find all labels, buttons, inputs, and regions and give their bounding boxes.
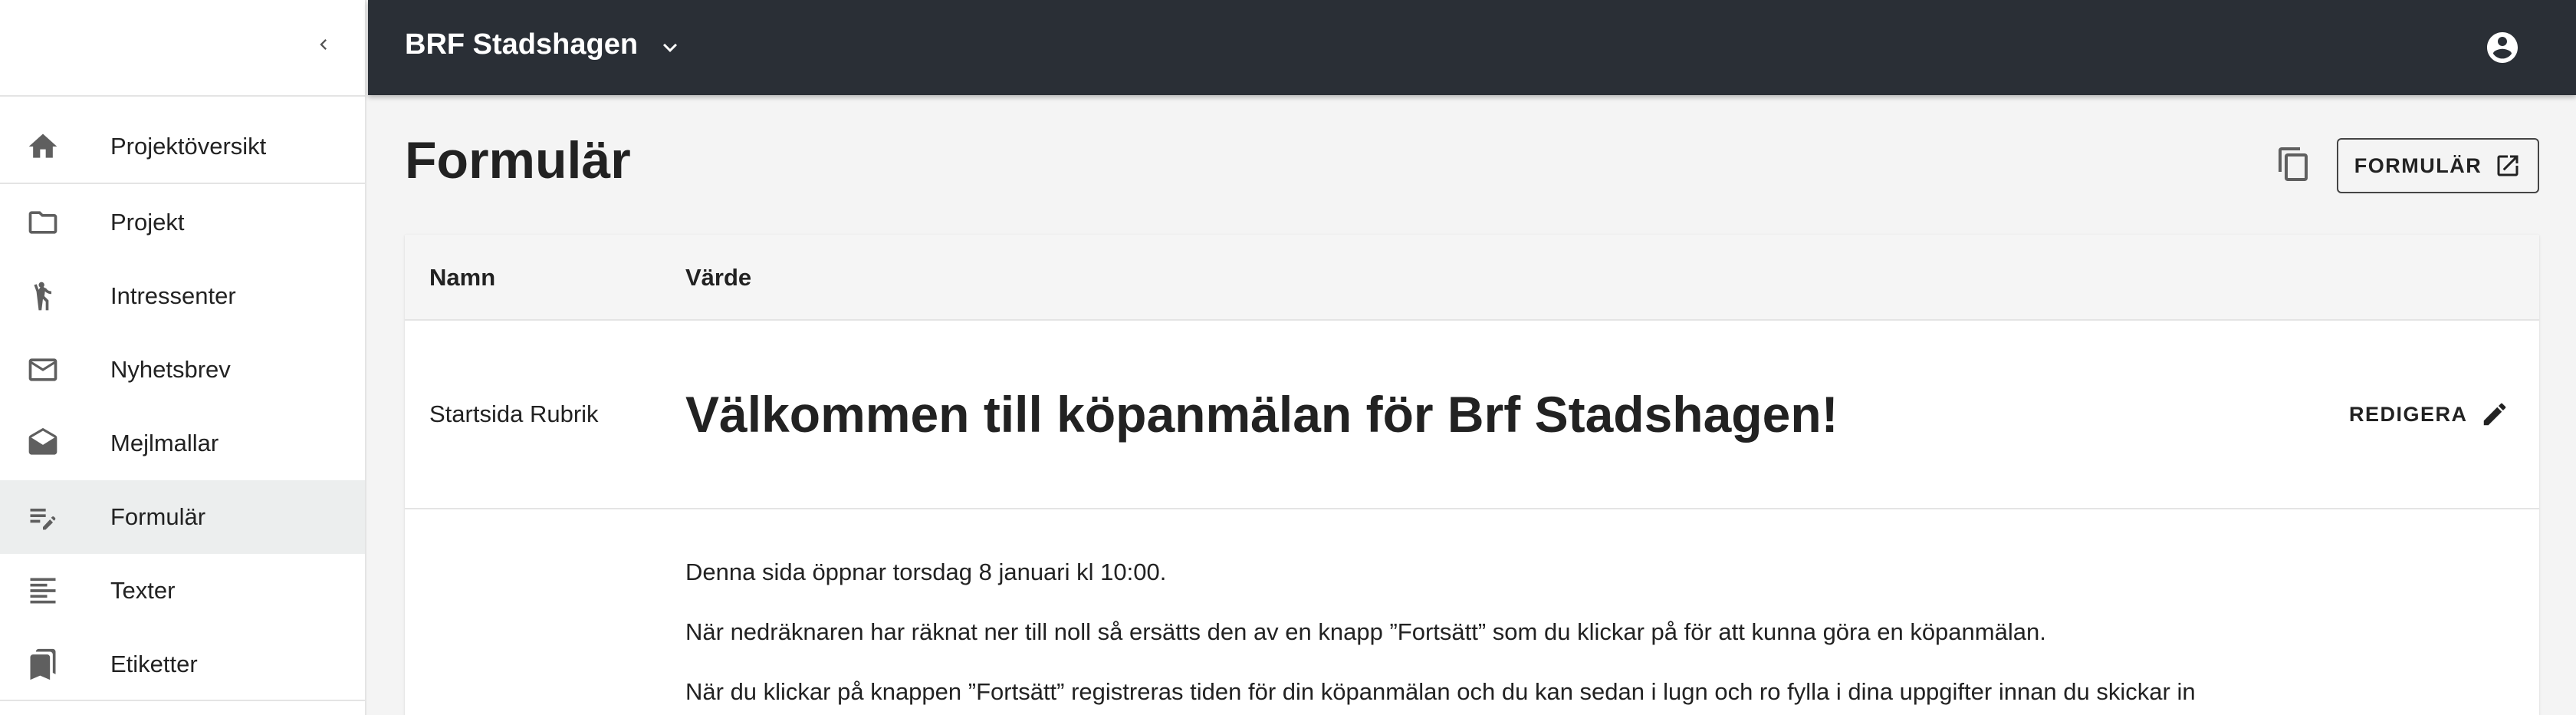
sidebar-item-nyhetsbrev[interactable]: Nyhetsbrev xyxy=(0,333,365,407)
form-fields-table: Namn Värde Startsida Rubrik Välkommen ti… xyxy=(405,235,2539,715)
text-lines-icon xyxy=(26,574,60,608)
divider xyxy=(0,700,365,701)
edit-list-icon xyxy=(26,500,60,534)
table-header: Namn Värde xyxy=(405,235,2539,321)
person-waving-icon xyxy=(26,279,60,313)
project-name[interactable]: BRF Stadshagen xyxy=(405,28,638,61)
sidebar-item-label: Etiketter xyxy=(110,651,198,677)
column-header-namn: Namn xyxy=(429,264,496,291)
sidebar: Projektöversikt Projekt Intressenter Nyh… xyxy=(0,0,366,715)
chevron-left-icon xyxy=(320,39,327,50)
chevron-down-icon xyxy=(663,43,677,52)
edit-button-label: REDIGERA xyxy=(2349,402,2468,426)
account-button[interactable] xyxy=(2482,28,2522,68)
sidebar-item-formular[interactable]: Formulär xyxy=(0,480,365,554)
mail-icon xyxy=(26,353,60,387)
column-header-varde: Värde xyxy=(685,264,752,291)
bookmarks-icon xyxy=(26,647,60,681)
project-selector-button[interactable] xyxy=(653,31,687,64)
drafts-icon xyxy=(26,427,60,460)
pencil-icon xyxy=(2483,403,2505,426)
field-value-heading: Välkommen till köpanmälan för Brf Stadsh… xyxy=(685,386,1838,443)
table-row: Startsida Rubrik Välkommen till köpanmäl… xyxy=(405,322,2539,509)
edit-button[interactable]: REDIGERA xyxy=(2349,390,2509,439)
home-icon xyxy=(26,130,60,163)
field-name: Startsida Rubrik xyxy=(429,400,599,427)
page-title: Formulär xyxy=(405,131,631,189)
open-form-button-label: FORMULÄR xyxy=(2354,153,2482,177)
field-value-paragraph: När nedräknaren har räknat ner till noll… xyxy=(685,618,2046,645)
sidebar-item-intressenter[interactable]: Intressenter xyxy=(0,259,365,333)
sidebar-item-projektoversikt[interactable]: Projektöversikt xyxy=(0,110,365,184)
folder-icon xyxy=(26,206,60,239)
field-value-paragraph: Denna sida öppnar torsdag 8 januari kl 1… xyxy=(685,558,1167,585)
sidebar-item-label: Nyhetsbrev xyxy=(110,356,231,383)
open-form-button[interactable]: FORMULÄR xyxy=(2337,138,2539,193)
open-in-new-icon xyxy=(2497,155,2518,176)
copy-button[interactable] xyxy=(2272,143,2315,186)
sidebar-item-projekt[interactable]: Projekt xyxy=(0,186,365,259)
sidebar-item-label: Formulär xyxy=(110,503,206,530)
sidebar-item-etiketter[interactable]: Etiketter xyxy=(0,628,365,701)
sidebar-item-label: Texter xyxy=(110,577,176,604)
top-app-bar: BRF Stadshagen xyxy=(368,0,2576,95)
sidebar-item-label: Projektöversikt xyxy=(110,133,267,160)
field-value-paragraph: När du klickar på knappen ”Fortsätt” reg… xyxy=(685,678,2196,705)
account-circle-icon xyxy=(2487,32,2518,63)
copy-icon xyxy=(2279,147,2308,181)
collapse-sidebar-button[interactable] xyxy=(307,28,340,61)
sidebar-item-mejlmallar[interactable]: Mejlmallar xyxy=(0,407,365,480)
sidebar-item-label: Mejlmallar xyxy=(110,430,219,456)
sidebar-item-label: Intressenter xyxy=(110,282,236,309)
sidebar-item-texter[interactable]: Texter xyxy=(0,554,365,628)
sidebar-item-label: Projekt xyxy=(110,209,185,236)
sidebar-header xyxy=(0,0,365,97)
